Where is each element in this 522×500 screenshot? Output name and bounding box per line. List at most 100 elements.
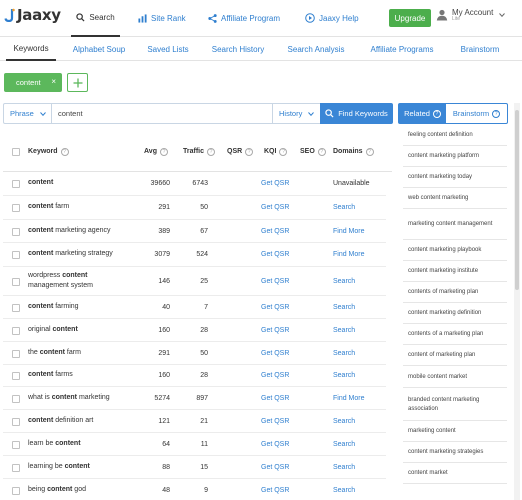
get-qsr-link[interactable]: Get QSR — [261, 220, 289, 242]
add-tag-button[interactable] — [67, 73, 88, 92]
row-checkbox[interactable] — [12, 441, 20, 449]
table-row[interactable]: content definition art 121 21 Get QSR Search — [3, 410, 386, 433]
keyword-cell[interactable]: original content — [28, 319, 130, 341]
keyword-cell[interactable]: content marketing strategy — [28, 243, 130, 266]
tab-alphabet-soup[interactable]: Alphabet Soup — [68, 37, 130, 61]
nav-affiliate-program[interactable]: Affiliate Program — [208, 0, 280, 36]
domains-cell[interactable]: Search — [333, 433, 355, 455]
table-row[interactable]: what is content marketing 5274 897 Get QSR F… — [3, 387, 386, 410]
related-keyword-item[interactable]: branded content marketing association — [403, 389, 507, 421]
table-row[interactable]: content farms 160 28 Get QSR Search — [3, 365, 386, 387]
get-qsr-link[interactable]: Get QSR — [261, 267, 289, 295]
row-checkbox[interactable] — [12, 418, 20, 426]
domains-cell[interactable]: Find More — [333, 220, 365, 242]
history-select[interactable]: History — [272, 104, 320, 123]
table-row[interactable]: being content god 48 9 Get QSR Search — [3, 479, 386, 500]
related-keyword-item[interactable]: contents of a marketing plan — [403, 325, 507, 345]
row-checkbox[interactable] — [12, 228, 20, 236]
col-domains[interactable]: Domains? — [333, 131, 374, 172]
row-checkbox[interactable] — [12, 204, 20, 212]
nav-jaaxy-help[interactable]: Jaaxy Help — [305, 0, 359, 36]
get-qsr-link[interactable]: Get QSR — [261, 296, 289, 318]
domains-cell[interactable]: Search — [333, 267, 355, 295]
get-qsr-link[interactable]: Get QSR — [261, 387, 289, 409]
row-checkbox[interactable] — [12, 487, 20, 495]
related-keyword-item[interactable]: marketing content management — [403, 210, 507, 240]
table-row[interactable]: learning be content 88 15 Get QSR Search — [3, 456, 386, 479]
domains-cell[interactable]: Search — [333, 456, 355, 478]
col-qsr[interactable]: QSR? — [227, 131, 254, 172]
tab-search-history[interactable]: Search History — [205, 37, 271, 61]
related-keyword-item[interactable]: content market — [403, 464, 507, 484]
related-keyword-item[interactable]: content marketing today — [403, 168, 507, 188]
row-checkbox[interactable] — [12, 350, 20, 358]
get-qsr-link[interactable]: Get QSR — [261, 479, 289, 500]
table-row[interactable]: content farming 40 7 Get QSR Search — [3, 296, 386, 319]
select-all-checkbox[interactable] — [12, 148, 20, 156]
keyword-cell[interactable]: content — [28, 172, 130, 195]
help-icon[interactable]: ? — [60, 147, 69, 156]
get-qsr-link[interactable]: Get QSR — [261, 172, 289, 195]
get-qsr-link[interactable]: Get QSR — [261, 410, 289, 432]
nav-search[interactable]: Search — [71, 0, 120, 37]
domains-cell[interactable]: Find More — [333, 387, 365, 409]
jaaxy-logo[interactable]: Jaaxy — [4, 6, 61, 24]
related-keyword-item[interactable]: content marketing platform — [403, 147, 507, 167]
keyword-cell[interactable]: content marketing agency — [28, 220, 130, 242]
table-row[interactable]: content marketing strategy 3079 524 Get QSR… — [3, 243, 386, 267]
related-keyword-item[interactable]: content marketing playbook — [403, 241, 507, 261]
row-checkbox[interactable] — [12, 327, 20, 335]
get-qsr-link[interactable]: Get QSR — [261, 196, 289, 219]
related-keyword-item[interactable]: web content marketing — [403, 189, 507, 209]
row-checkbox[interactable] — [12, 278, 20, 286]
row-checkbox[interactable] — [12, 372, 20, 380]
row-checkbox[interactable] — [12, 395, 20, 403]
related-keyword-item[interactable]: content of marketing plan — [403, 346, 507, 366]
related-keyword-item[interactable]: marketing content — [403, 422, 507, 442]
related-keyword-item[interactable]: content marketing institute — [403, 262, 507, 282]
help-icon[interactable]: ? — [159, 147, 168, 156]
related-keyword-item[interactable]: content marketing strategies — [403, 443, 507, 463]
get-qsr-link[interactable]: Get QSR — [261, 456, 289, 478]
keyword-cell[interactable]: learn be content — [28, 433, 130, 455]
find-keywords-button[interactable]: Find Keywords — [320, 103, 393, 124]
keyword-cell[interactable]: what is content marketing — [28, 387, 130, 409]
keyword-cell[interactable]: content definition art — [28, 410, 130, 432]
domains-cell[interactable]: Search — [333, 479, 355, 500]
keyword-cell[interactable]: content farming — [28, 296, 130, 318]
domains-cell[interactable]: Search — [333, 342, 355, 364]
table-row[interactable]: the content farm 291 50 Get QSR Search — [3, 342, 386, 365]
help-icon[interactable]: ? — [365, 147, 374, 156]
tab-related[interactable]: Related ? — [399, 104, 446, 123]
tab-panel-brainstorm[interactable]: Brainstorm ? — [446, 104, 507, 123]
tab-affiliate-programs[interactable]: Affiliate Programs — [362, 37, 442, 61]
domains-cell[interactable]: Search — [333, 319, 355, 341]
col-traffic[interactable]: Traffic? — [183, 131, 216, 172]
get-qsr-link[interactable]: Get QSR — [261, 365, 289, 386]
get-qsr-link[interactable]: Get QSR — [261, 243, 289, 266]
table-row[interactable]: content 39660 6743 Get QSR Unavailable — [3, 172, 386, 196]
row-checkbox[interactable] — [12, 251, 20, 259]
tab-saved-lists[interactable]: Saved Lists — [141, 37, 195, 61]
get-qsr-link[interactable]: Get QSR — [261, 433, 289, 455]
table-row[interactable]: original content 160 28 Get QSR Search — [3, 319, 386, 342]
get-qsr-link[interactable]: Get QSR — [261, 319, 289, 341]
tag-close-icon[interactable]: × — [51, 77, 56, 86]
domains-cell[interactable]: Search — [333, 410, 355, 432]
keyword-tag[interactable]: content × — [4, 73, 62, 92]
related-keyword-item[interactable]: content marketing definition — [403, 304, 507, 324]
help-icon[interactable]: ? — [207, 147, 216, 156]
domains-cell[interactable]: Find More — [333, 243, 365, 266]
keyword-cell[interactable]: the content farm — [28, 342, 130, 364]
row-checkbox[interactable] — [12, 180, 20, 188]
keyword-cell[interactable]: content farm — [28, 196, 130, 219]
related-keyword-item[interactable]: feeling content definition — [403, 126, 507, 146]
row-checkbox[interactable] — [12, 304, 20, 312]
search-input[interactable] — [52, 104, 272, 123]
col-avg[interactable]: Avg? — [144, 131, 168, 172]
col-keyword[interactable]: Keyword? — [28, 131, 69, 172]
get-qsr-link[interactable]: Get QSR — [261, 342, 289, 364]
tab-search-analysis[interactable]: Search Analysis — [281, 37, 351, 61]
help-icon[interactable]: ? — [279, 147, 288, 156]
table-row[interactable]: content farm 291 50 Get QSR Search — [3, 196, 386, 220]
